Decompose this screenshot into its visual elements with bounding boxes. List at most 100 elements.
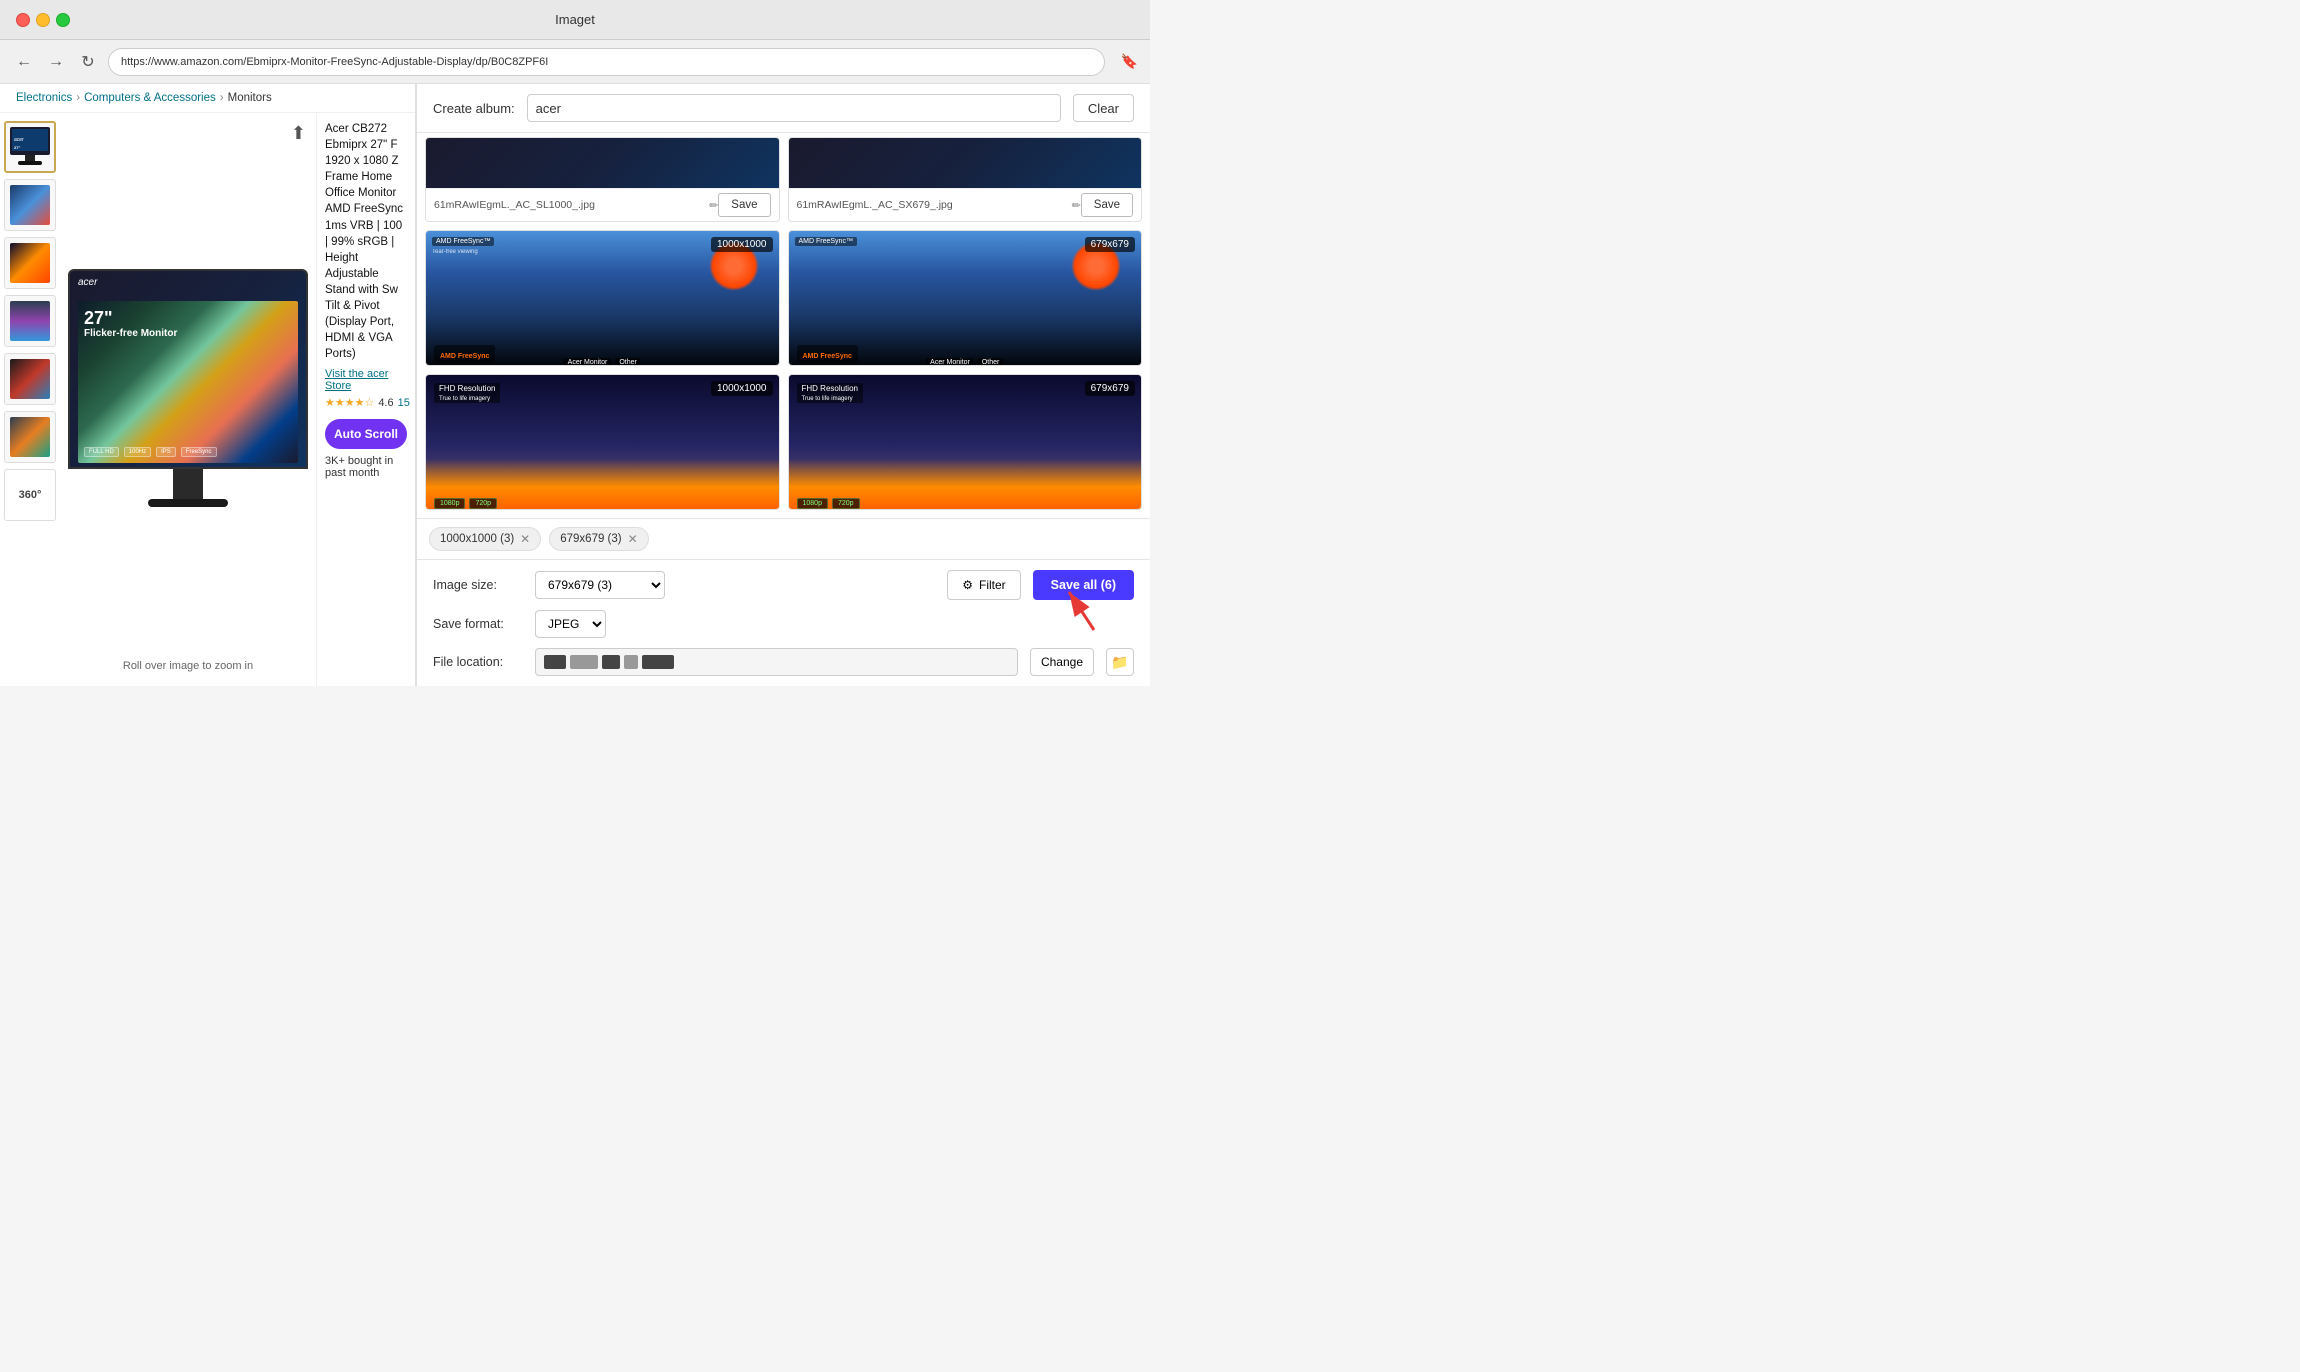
clear-button[interactable]: Clear [1073, 94, 1134, 122]
breadcrumb-monitors: Monitors [228, 92, 272, 104]
svg-text:27": 27" [14, 145, 20, 150]
titlebar: Imaget [0, 0, 1150, 40]
image-thumb-5: FHD ResolutionTrue to life imagery 1080p… [426, 375, 779, 510]
tag-remove-679[interactable]: ✕ [628, 532, 638, 546]
store-link[interactable]: Visit the acer Store [325, 368, 407, 392]
bought-text: 3K+ bought in past month [325, 455, 407, 479]
resolution-badge-1080: 1080p [434, 498, 465, 509]
image-thumb-3: AMD FreeSync™ Tear-free viewing AMD Free… [426, 231, 779, 366]
filter-button[interactable]: ⚙ Filter [947, 570, 1020, 600]
rating-row: ★★★★☆ 4.6 15 [325, 396, 407, 409]
tag-label-1000: 1000x1000 (3) [440, 533, 514, 545]
back-button[interactable]: ← [12, 50, 36, 74]
image-card-4: AMD FreeSync™ AMD FreeSync Acer Monitor … [788, 230, 1143, 366]
thumbnail-1[interactable]: acer 27" [4, 121, 56, 173]
resolution-badge-1080p: 1080p [797, 498, 828, 509]
path-seg-2 [570, 655, 598, 669]
fhd-label-1: FHD ResolutionTrue to life imagery [434, 383, 500, 403]
image-size-row: Image size: 679x679 (3) 1000x1000 (3) Al… [433, 570, 1134, 600]
acer-overlay-1: Acer Monitor Other [564, 358, 641, 366]
tag-remove-1000[interactable]: ✕ [520, 532, 530, 546]
breadcrumb-sep-2: › [220, 92, 224, 104]
image-filename-1: 61mRAwIEgmL._AC_SL1000_.jpg [434, 199, 705, 211]
images-grid: AMD FreeSync™ Tear-free viewing AMD Free… [417, 222, 1150, 518]
resolution-badge-720p: 720p [832, 498, 860, 509]
path-seg-1 [544, 655, 566, 669]
zoom-hint: Roll over image to zoom in [68, 654, 308, 678]
album-label: Create album: [433, 101, 515, 116]
saved-card-name-1: 61mRAwIEgmL._AC_SL1000_.jpg ✏ Save [426, 188, 779, 221]
format-label: Save format: [433, 617, 523, 631]
file-location-row: File location: Change 📁 [433, 648, 1134, 676]
saved-card-img-2 [789, 138, 1142, 188]
app-title: Imaget [555, 12, 595, 27]
size-badge-6: 679x679 [1085, 381, 1135, 396]
thumbnail-2[interactable] [4, 179, 56, 231]
image-card-6: FHD ResolutionTrue to life imagery 1080p… [788, 374, 1143, 510]
star-rating: ★★★★☆ [325, 396, 374, 409]
address-bar[interactable]: https://www.amazon.com/Ebmiprx-Monitor-F… [108, 48, 1105, 76]
svg-text:acer: acer [14, 137, 24, 143]
image-filename-2: 61mRAwIEgmL._AC_SX679_.jpg [797, 199, 1068, 211]
change-button[interactable]: Change [1030, 648, 1094, 676]
reload-button[interactable]: ↻ [76, 50, 100, 74]
thumbnail-4[interactable] [4, 295, 56, 347]
format-row: Save format: JPEG PNG WebP [433, 610, 1134, 638]
tag-label-679: 679x679 (3) [560, 533, 621, 545]
path-seg-4 [624, 655, 638, 669]
close-button[interactable] [16, 13, 30, 27]
imaget-panel: Create album: Clear 61mRAwIEgmL._AC_SL10… [415, 84, 1150, 686]
edit-icon-1[interactable]: ✏ [709, 199, 718, 212]
saved-images-row: 61mRAwIEgmL._AC_SL1000_.jpg ✏ Save 61mRA… [417, 133, 1150, 222]
city-badges-1: 1080p 720p [434, 498, 497, 509]
breadcrumb: Electronics › Computers & Accessories › … [0, 84, 415, 113]
maximize-button[interactable] [56, 13, 70, 27]
share-button[interactable]: ⬆ [291, 123, 306, 144]
image-size-label: Image size: [433, 578, 523, 592]
saved-card-img-1 [426, 138, 779, 188]
save-button-2[interactable]: Save [1081, 193, 1133, 217]
acer-overlay-2: Acer Monitor Other [926, 358, 1003, 366]
review-count[interactable]: 15 [398, 397, 410, 409]
thumbnail-5[interactable] [4, 353, 56, 405]
acer-tag-1: Acer Monitor [564, 358, 612, 366]
auto-scroll-button[interactable]: Auto Scroll [325, 419, 407, 449]
path-seg-5 [642, 655, 674, 669]
thumbnail-3[interactable] [4, 237, 56, 289]
rating-number: 4.6 [378, 397, 393, 409]
filter-label: Filter [979, 578, 1006, 592]
file-location-bar [535, 648, 1018, 676]
format-select[interactable]: JPEG PNG WebP [535, 610, 606, 638]
album-bar: Create album: Clear [417, 84, 1150, 133]
path-seg-3 [602, 655, 620, 669]
image-size-select[interactable]: 679x679 (3) 1000x1000 (3) All sizes [535, 571, 665, 599]
size-badge-4: 679x679 [1085, 237, 1135, 252]
breadcrumb-electronics[interactable]: Electronics [16, 92, 72, 104]
folder-icon-button[interactable]: 📁 [1106, 648, 1134, 676]
thumbnail-sidebar: acer 27" [0, 113, 60, 686]
saved-card-1: 61mRAwIEgmL._AC_SL1000_.jpg ✏ Save [425, 137, 780, 222]
size-badge-5: 1000x1000 [711, 381, 773, 396]
product-area: acer 27" [0, 113, 415, 686]
product-image-container: acer 27" Flicker-free Monitor FULL HD 10… [68, 121, 308, 654]
tags-bar: 1000x1000 (3) ✕ 679x679 (3) ✕ [417, 518, 1150, 559]
forward-button[interactable]: → [44, 50, 68, 74]
thumbnail-6[interactable] [4, 411, 56, 463]
save-button-1[interactable]: Save [718, 193, 770, 217]
url-text: https://www.amazon.com/Ebmiprx-Monitor-F… [121, 56, 548, 68]
city-badges-2: 1080p 720p [797, 498, 860, 509]
edit-icon-2[interactable]: ✏ [1072, 199, 1081, 212]
product-info: Acer CB272 Ebmiprx 27" F 1920 x 1080 Z F… [316, 113, 415, 686]
file-location-label: File location: [433, 655, 523, 669]
breadcrumb-computers[interactable]: Computers & Accessories [84, 92, 216, 104]
thumbnail-360[interactable]: 360° [4, 469, 56, 521]
image-card-3: AMD FreeSync™ Tear-free viewing AMD Free… [425, 230, 780, 366]
minimize-button[interactable] [36, 13, 50, 27]
product-title: Acer CB272 Ebmiprx 27" F 1920 x 1080 Z F… [325, 121, 407, 362]
tag-chip-1000: 1000x1000 (3) ✕ [429, 527, 541, 551]
album-input[interactable] [527, 94, 1061, 122]
main-image-area: ⬆ acer 27" Flicker-free Monitor [60, 113, 316, 686]
freesync-overlay-1: AMD FreeSync [434, 345, 495, 363]
save-all-button[interactable]: Save all (6) [1033, 570, 1134, 600]
bookmark-icon[interactable]: 🔖 [1121, 53, 1138, 70]
